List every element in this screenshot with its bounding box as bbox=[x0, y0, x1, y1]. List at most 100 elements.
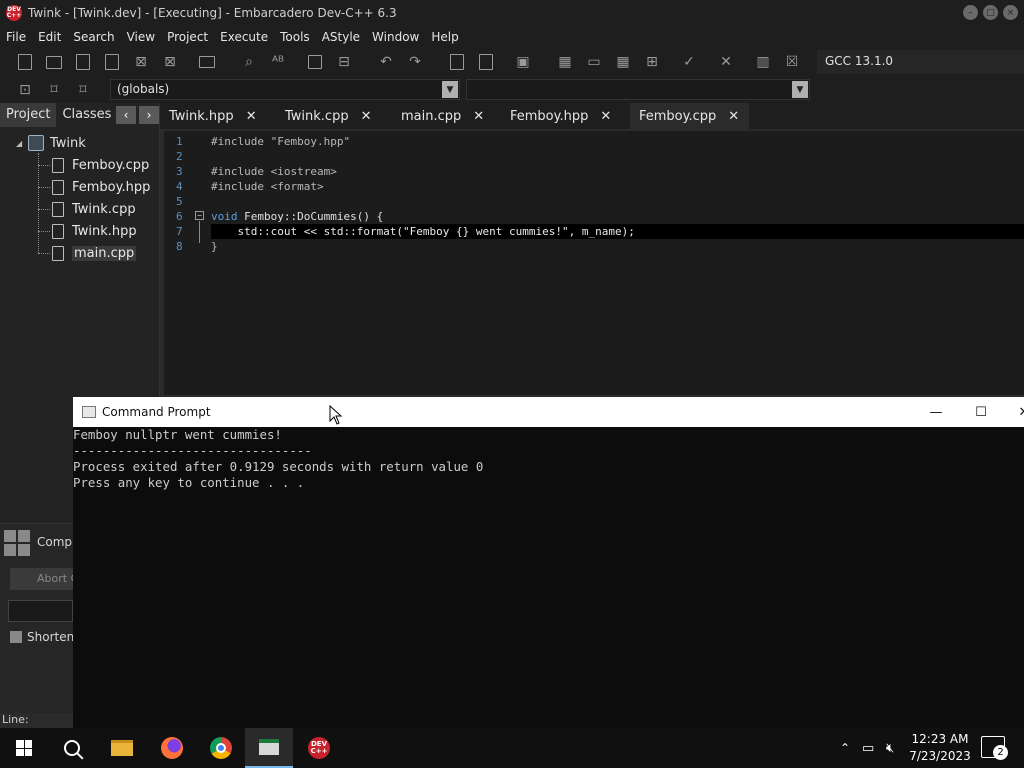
tree-file[interactable]: Femboy.cpp bbox=[38, 155, 149, 175]
tree-root[interactable]: ◢ Twink bbox=[16, 133, 86, 153]
clock-time: 12:23 AM bbox=[911, 732, 969, 746]
menu-view[interactable]: View bbox=[121, 30, 161, 44]
fold-icon[interactable]: − bbox=[195, 211, 204, 220]
tab-twink-cpp[interactable]: Twink.cpp ✕ bbox=[285, 103, 372, 129]
split-icon[interactable]: ⊟ bbox=[334, 52, 354, 72]
tab-twink-hpp[interactable]: Twink.hpp ✕ bbox=[169, 103, 257, 129]
devcpp-logo-icon: DEV C++ bbox=[6, 5, 22, 21]
redo-icon[interactable]: ↷ bbox=[405, 52, 425, 72]
tree-file[interactable]: Twink.hpp bbox=[38, 221, 137, 241]
toggle-bookmark-icon[interactable]: ⌑ bbox=[44, 80, 64, 100]
volume-muted-icon[interactable]: 🔇︎ bbox=[886, 728, 894, 768]
tree-file[interactable]: Twink.cpp bbox=[38, 199, 136, 219]
cmd-output-line: Process exited after 0.9129 seconds with… bbox=[73, 459, 484, 474]
file-icon bbox=[52, 245, 64, 261]
toggle-comment-icon[interactable] bbox=[305, 52, 325, 72]
replace-icon[interactable]: ᴬᴮ bbox=[268, 52, 288, 72]
close-icon[interactable]: ✕ bbox=[600, 109, 611, 124]
print-icon[interactable] bbox=[197, 52, 217, 72]
close-icon[interactable]: ✕ bbox=[361, 109, 372, 124]
menu-project[interactable]: Project bbox=[161, 30, 214, 44]
cmd-minimize-button[interactable]: — bbox=[926, 402, 946, 422]
cmd-output-line: Press any key to continue . . . bbox=[73, 475, 305, 490]
run-icon[interactable]: ▭ bbox=[584, 52, 604, 72]
taskbar-chrome[interactable] bbox=[197, 728, 245, 768]
tab-main-cpp[interactable]: main.cpp ✕ bbox=[401, 103, 484, 129]
class-scope-select[interactable]: (globals) ▼ bbox=[110, 79, 460, 100]
menu-astyle[interactable]: AStyle bbox=[316, 30, 366, 44]
code-editor[interactable]: 1 2 3 4 5 6 7 8 − #include "Femboy.hpp" … bbox=[164, 131, 1024, 395]
tree-file-label: Femboy.cpp bbox=[72, 157, 150, 173]
menu-tools[interactable]: Tools bbox=[274, 30, 316, 44]
shorten-checkbox[interactable] bbox=[10, 631, 22, 643]
tree-file[interactable]: Femboy.hpp bbox=[38, 177, 150, 197]
new-project-icon[interactable] bbox=[447, 52, 467, 72]
function-scope-select[interactable]: ▼ bbox=[466, 79, 810, 100]
find-icon[interactable]: ⌕ bbox=[239, 52, 259, 72]
goto-bookmark-icon[interactable]: ⌑ bbox=[73, 80, 93, 100]
menu-execute[interactable]: Execute bbox=[214, 30, 274, 44]
tab-femboy-cpp[interactable]: Femboy.cpp ✕ bbox=[630, 103, 750, 129]
menu-help[interactable]: Help bbox=[425, 30, 464, 44]
close-icon[interactable]: ✕ bbox=[728, 109, 739, 124]
delete-profile-icon[interactable]: ☒ bbox=[782, 52, 802, 72]
close-file-icon[interactable]: ⊠ bbox=[131, 52, 151, 72]
undo-icon[interactable]: ↶ bbox=[376, 52, 396, 72]
command-prompt-window[interactable]: Command Prompt — ☐ ✕ Femboy nullptr went… bbox=[73, 397, 1024, 728]
compile-run-icon[interactable]: ▦ bbox=[613, 52, 633, 72]
minimize-button[interactable]: – bbox=[963, 5, 978, 20]
project-remove-icon[interactable] bbox=[476, 52, 496, 72]
cmd-output[interactable]: Femboy nullptr went cummies! -----------… bbox=[73, 427, 1024, 491]
taskbar-firefox[interactable] bbox=[148, 728, 196, 768]
syntax-check-icon[interactable]: ✓ bbox=[679, 52, 699, 72]
compile-icon[interactable]: ▦ bbox=[555, 52, 575, 72]
expand-icon[interactable]: ◢ bbox=[16, 139, 24, 148]
insert-icon[interactable]: ⊡ bbox=[15, 80, 35, 100]
cmd-maximize-button[interactable]: ☐ bbox=[971, 402, 991, 422]
compiler-select[interactable]: GCC 13.1.0 bbox=[817, 50, 1024, 74]
taskbar-command-prompt[interactable] bbox=[245, 728, 293, 768]
bookmark-icon[interactable]: ▣ bbox=[513, 52, 533, 72]
menu-search[interactable]: Search bbox=[67, 30, 120, 44]
chevron-down-icon[interactable]: ▼ bbox=[792, 81, 808, 98]
code-line: } bbox=[211, 240, 218, 253]
tree-file-selected[interactable]: main.cpp bbox=[38, 243, 137, 263]
clock[interactable]: 12:23 AM 7/23/2023 bbox=[905, 731, 975, 765]
tab-project[interactable]: Project bbox=[0, 103, 57, 127]
rebuild-icon[interactable]: ⊞ bbox=[642, 52, 662, 72]
line-number: 8 bbox=[176, 240, 183, 253]
chevron-left-icon[interactable]: ‹ bbox=[116, 106, 136, 124]
menu-edit[interactable]: Edit bbox=[32, 30, 67, 44]
line-number: 2 bbox=[176, 150, 183, 163]
cmd-title-bar[interactable]: Command Prompt — ☐ ✕ bbox=[73, 397, 1024, 427]
close-icon[interactable]: ✕ bbox=[246, 109, 257, 124]
network-icon[interactable]: ▭ bbox=[862, 728, 874, 768]
chevron-down-icon[interactable]: ▼ bbox=[442, 81, 458, 98]
open-file-icon[interactable] bbox=[44, 52, 64, 72]
close-button[interactable]: × bbox=[1003, 5, 1018, 20]
line-number: 7 bbox=[176, 225, 183, 238]
compiler-tab-label[interactable]: Compi bbox=[37, 535, 75, 549]
maximize-button[interactable]: □ bbox=[983, 5, 998, 20]
abort-compilation-button[interactable]: Abort C bbox=[10, 568, 73, 590]
tray-show-hidden-icon[interactable]: ⌃ bbox=[840, 728, 850, 768]
start-button[interactable] bbox=[0, 728, 48, 768]
close-all-icon[interactable]: ⊠ bbox=[160, 52, 180, 72]
shorten-label: Shorten bbox=[27, 630, 73, 644]
chevron-right-icon[interactable]: › bbox=[139, 106, 159, 124]
tab-label: Femboy.cpp bbox=[639, 108, 717, 124]
taskbar-search-button[interactable] bbox=[48, 728, 96, 768]
taskbar-file-explorer[interactable] bbox=[98, 728, 146, 768]
save-icon[interactable] bbox=[73, 52, 93, 72]
stop-execution-icon[interactable]: ✕ bbox=[716, 52, 736, 72]
profile-icon[interactable]: ▥ bbox=[753, 52, 773, 72]
cmd-close-button[interactable]: ✕ bbox=[1014, 402, 1024, 422]
tab-classes[interactable]: Classes bbox=[56, 103, 117, 127]
close-icon[interactable]: ✕ bbox=[473, 109, 484, 124]
menu-file[interactable]: File bbox=[0, 30, 32, 44]
new-file-icon[interactable] bbox=[15, 52, 35, 72]
save-all-icon[interactable] bbox=[102, 52, 122, 72]
menu-window[interactable]: Window bbox=[366, 30, 425, 44]
taskbar-devcpp[interactable]: DEV C++ bbox=[295, 728, 343, 768]
tab-femboy-hpp[interactable]: Femboy.hpp ✕ bbox=[510, 103, 611, 129]
